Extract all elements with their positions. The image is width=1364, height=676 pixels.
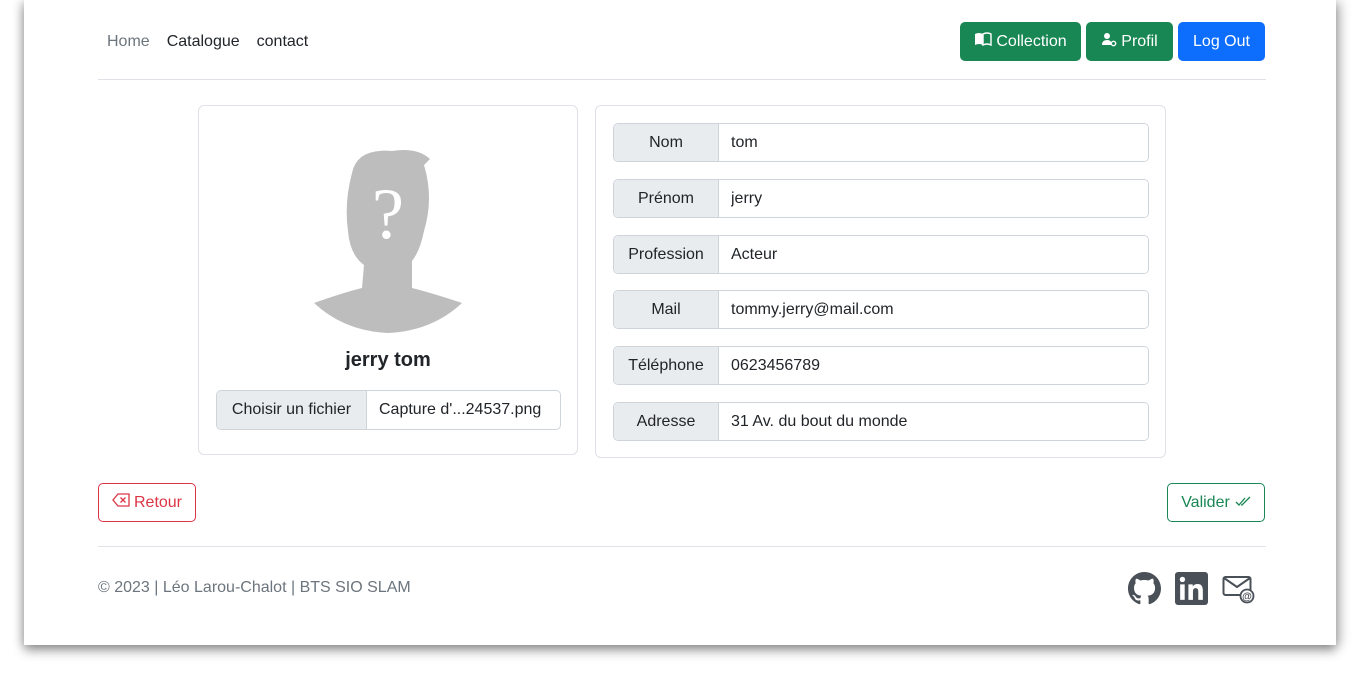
logout-button-label: Log Out xyxy=(1193,32,1250,50)
nav-link-home[interactable]: Home xyxy=(98,33,150,51)
svg-text:?: ? xyxy=(372,174,404,254)
prenom-input[interactable] xyxy=(719,180,1148,217)
svg-text:@: @ xyxy=(1242,591,1252,602)
adresse-input[interactable] xyxy=(719,403,1148,440)
profile-form-card: Nom Prénom Profession Mail Téléphone Adr… xyxy=(595,105,1166,458)
field-label: Adresse xyxy=(614,403,719,440)
nav-link-catalogue[interactable]: Catalogue xyxy=(167,33,240,51)
double-check-icon xyxy=(1235,494,1251,512)
profession-input[interactable] xyxy=(719,236,1148,273)
field-label: Téléphone xyxy=(614,347,719,384)
logout-button[interactable]: Log Out xyxy=(1178,22,1265,61)
field-label: Nom xyxy=(614,124,719,161)
field-adresse: Adresse xyxy=(613,402,1149,441)
choose-file-button[interactable]: Choisir un fichier xyxy=(217,391,367,429)
header-divider xyxy=(98,79,1266,80)
mail-icon[interactable]: @ xyxy=(1222,573,1256,610)
field-nom: Nom xyxy=(613,123,1149,162)
avatar-placeholder-icon: ? xyxy=(312,143,464,333)
profile-name: jerry tom xyxy=(345,349,431,371)
valider-button-label: Valider xyxy=(1181,493,1230,511)
field-prenom: Prénom xyxy=(613,179,1149,218)
footer-copyright: © 2023 | Léo Larou-Chalot | BTS SIO SLAM xyxy=(98,579,411,596)
field-profession: Profession xyxy=(613,235,1149,274)
collection-button[interactable]: Collection xyxy=(960,22,1081,61)
retour-button-label: Retour xyxy=(133,493,183,511)
nav-buttons: Collection Profil Log Out xyxy=(960,22,1265,61)
nav-link-contact[interactable]: contact xyxy=(257,33,309,51)
profil-button-label: Profil xyxy=(1121,32,1158,50)
selected-file-name: Capture d'...24537.png xyxy=(379,401,542,418)
retour-button[interactable]: Retour xyxy=(98,483,196,522)
field-mail: Mail xyxy=(613,290,1149,329)
telephone-input[interactable] xyxy=(719,347,1148,384)
field-label: Profession xyxy=(614,236,719,273)
backspace-icon xyxy=(112,493,130,512)
file-upload-group[interactable]: Choisir un fichier Capture d'...24537.pn… xyxy=(216,390,561,430)
profile-card: ? jerry tom Choisir un fichier Capture d… xyxy=(198,105,578,455)
user-gear-icon xyxy=(1101,31,1117,52)
field-label: Prénom xyxy=(614,180,719,217)
valider-button[interactable]: Valider xyxy=(1167,483,1265,522)
github-icon[interactable] xyxy=(1128,572,1161,610)
field-label: Mail xyxy=(614,291,719,328)
navbar: Home Catalogue contact xyxy=(98,22,308,62)
profil-button[interactable]: Profil xyxy=(1086,22,1173,61)
collection-button-label: Collection xyxy=(996,32,1067,50)
footer-divider xyxy=(98,546,1266,547)
field-telephone: Téléphone xyxy=(613,346,1149,385)
mail-input[interactable] xyxy=(719,291,1148,328)
nom-input[interactable] xyxy=(719,124,1148,161)
linkedin-icon[interactable] xyxy=(1175,572,1208,610)
book-icon xyxy=(974,32,993,51)
social-links: @ xyxy=(1128,572,1256,610)
